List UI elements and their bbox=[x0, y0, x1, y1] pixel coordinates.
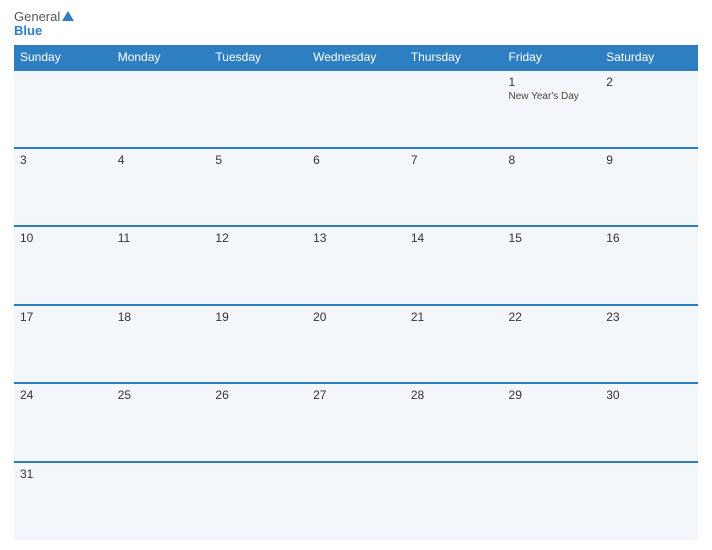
calendar-cell: 14 bbox=[405, 226, 503, 304]
calendar-cell bbox=[307, 70, 405, 148]
day-number: 4 bbox=[118, 153, 204, 167]
day-number: 16 bbox=[606, 231, 692, 245]
calendar-week-row: 10 11 12 13 14 15 16 bbox=[14, 226, 698, 304]
calendar-header: General Blue bbox=[14, 10, 698, 39]
calendar-cell: 31 bbox=[14, 462, 112, 540]
calendar-cell: 17 bbox=[14, 305, 112, 383]
header-saturday: Saturday bbox=[600, 45, 698, 70]
calendar-cell: 12 bbox=[209, 226, 307, 304]
calendar-week-row: 1 New Year's Day 2 bbox=[14, 70, 698, 148]
calendar-cell: 28 bbox=[405, 383, 503, 461]
calendar-cell: 9 bbox=[600, 148, 698, 226]
day-number: 24 bbox=[20, 388, 106, 402]
calendar-week-row: 3456789 bbox=[14, 148, 698, 226]
day-number: 22 bbox=[509, 310, 595, 324]
calendar-cell bbox=[112, 462, 210, 540]
calendar-cell: 25 bbox=[112, 383, 210, 461]
calendar-page: General Blue Sunday Monday Tuesday Wedne… bbox=[0, 0, 712, 550]
day-number: 31 bbox=[20, 467, 106, 481]
header-thursday: Thursday bbox=[405, 45, 503, 70]
logo-blue-text: Blue bbox=[14, 24, 42, 38]
calendar-week-row: 31 bbox=[14, 462, 698, 540]
calendar-cell: 21 bbox=[405, 305, 503, 383]
day-number: 26 bbox=[215, 388, 301, 402]
day-number: 23 bbox=[606, 310, 692, 324]
calendar-cell: 16 bbox=[600, 226, 698, 304]
weekday-header-row: Sunday Monday Tuesday Wednesday Thursday… bbox=[14, 45, 698, 70]
calendar-cell: 15 bbox=[503, 226, 601, 304]
header-wednesday: Wednesday bbox=[307, 45, 405, 70]
day-number: 2 bbox=[606, 75, 692, 89]
calendar-table: Sunday Monday Tuesday Wednesday Thursday… bbox=[14, 45, 698, 540]
calendar-cell: 13 bbox=[307, 226, 405, 304]
calendar-cell bbox=[405, 70, 503, 148]
day-number: 17 bbox=[20, 310, 106, 324]
day-number: 11 bbox=[118, 231, 204, 245]
day-number: 13 bbox=[313, 231, 399, 245]
day-number: 20 bbox=[313, 310, 399, 324]
day-number: 3 bbox=[20, 153, 106, 167]
day-number: 29 bbox=[509, 388, 595, 402]
calendar-cell bbox=[209, 462, 307, 540]
calendar-week-row: 24 25 26 27 28 29 30 bbox=[14, 383, 698, 461]
logo-general-text: General bbox=[14, 10, 60, 24]
header-sunday: Sunday bbox=[14, 45, 112, 70]
day-number: 15 bbox=[509, 231, 595, 245]
day-number: 19 bbox=[215, 310, 301, 324]
calendar-cell bbox=[503, 462, 601, 540]
calendar-cell: 10 bbox=[14, 226, 112, 304]
day-number: 27 bbox=[313, 388, 399, 402]
day-number: 14 bbox=[411, 231, 497, 245]
calendar-cell: 8 bbox=[503, 148, 601, 226]
day-number: 9 bbox=[606, 153, 692, 167]
calendar-cell: 5 bbox=[209, 148, 307, 226]
calendar-cell: 3 bbox=[14, 148, 112, 226]
day-number: 7 bbox=[411, 153, 497, 167]
day-number: 21 bbox=[411, 310, 497, 324]
calendar-cell: 30 bbox=[600, 383, 698, 461]
header-tuesday: Tuesday bbox=[209, 45, 307, 70]
calendar-cell: 27 bbox=[307, 383, 405, 461]
calendar-cell: 18 bbox=[112, 305, 210, 383]
calendar-cell: 11 bbox=[112, 226, 210, 304]
calendar-cell: 23 bbox=[600, 305, 698, 383]
calendar-cell: 19 bbox=[209, 305, 307, 383]
header-monday: Monday bbox=[112, 45, 210, 70]
calendar-cell bbox=[307, 462, 405, 540]
day-number: 18 bbox=[118, 310, 204, 324]
calendar-cell bbox=[600, 462, 698, 540]
logo-triangle-icon bbox=[62, 11, 74, 21]
calendar-cell: 26 bbox=[209, 383, 307, 461]
day-number: 5 bbox=[215, 153, 301, 167]
day-number: 8 bbox=[509, 153, 595, 167]
calendar-cell: 7 bbox=[405, 148, 503, 226]
holiday-label: New Year's Day bbox=[509, 91, 595, 103]
calendar-week-row: 17 18 19 20 21 22 23 bbox=[14, 305, 698, 383]
day-number: 12 bbox=[215, 231, 301, 245]
day-number: 6 bbox=[313, 153, 399, 167]
day-number: 1 bbox=[509, 75, 595, 89]
calendar-cell: 29 bbox=[503, 383, 601, 461]
day-number: 28 bbox=[411, 388, 497, 402]
calendar-cell: 4 bbox=[112, 148, 210, 226]
calendar-cell: 22 bbox=[503, 305, 601, 383]
calendar-cell bbox=[405, 462, 503, 540]
day-number: 25 bbox=[118, 388, 204, 402]
header-friday: Friday bbox=[503, 45, 601, 70]
calendar-cell bbox=[209, 70, 307, 148]
calendar-cell: 6 bbox=[307, 148, 405, 226]
calendar-cell: 2 bbox=[600, 70, 698, 148]
calendar-cell bbox=[14, 70, 112, 148]
calendar-cell: 1 New Year's Day bbox=[503, 70, 601, 148]
day-number: 30 bbox=[606, 388, 692, 402]
logo: General Blue bbox=[14, 10, 74, 39]
calendar-cell: 20 bbox=[307, 305, 405, 383]
calendar-cell bbox=[112, 70, 210, 148]
day-number: 10 bbox=[20, 231, 106, 245]
calendar-cell: 24 bbox=[14, 383, 112, 461]
